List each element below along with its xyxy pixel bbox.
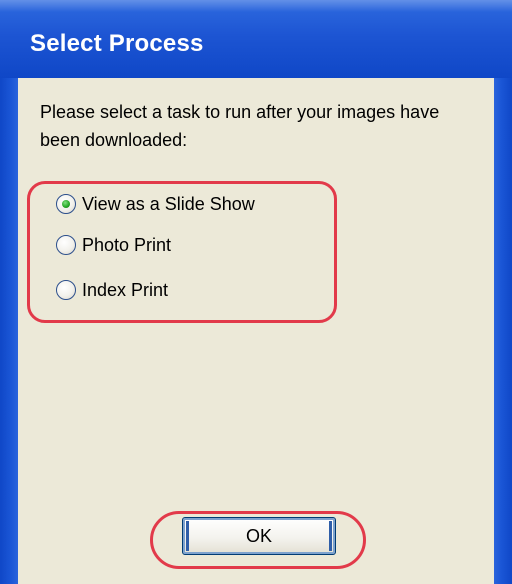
radio-unselected-icon[interactable] [56,235,76,255]
option-view-slide-show[interactable]: View as a Slide Show [56,189,255,219]
radio-selected-icon[interactable] [56,194,76,214]
title-bar-shine [0,0,512,12]
select-process-dialog: Select Process Please select a task to r… [0,0,512,584]
radio-unselected-icon[interactable] [56,280,76,300]
ok-button[interactable]: OK [182,517,336,555]
window-title: Select Process [30,30,204,57]
radio-dot-icon [62,200,70,208]
instruction-text: Please select a task to run after your i… [40,102,440,150]
option-label: Index Print [82,279,169,300]
button-edge-left [186,521,189,551]
ok-button-label: OK [245,525,272,546]
title-bar[interactable]: Select Process [0,0,512,78]
dialog-body: Please select a task to run after your i… [18,78,494,584]
option-label: View as a Slide Show [82,193,255,214]
button-edge-right [329,521,332,551]
option-index-print[interactable]: Index Print [56,275,168,305]
option-photo-print[interactable]: Photo Print [56,230,171,260]
option-label: Photo Print [82,234,172,255]
window-frame-right [494,78,512,584]
window-frame-left [0,78,18,584]
